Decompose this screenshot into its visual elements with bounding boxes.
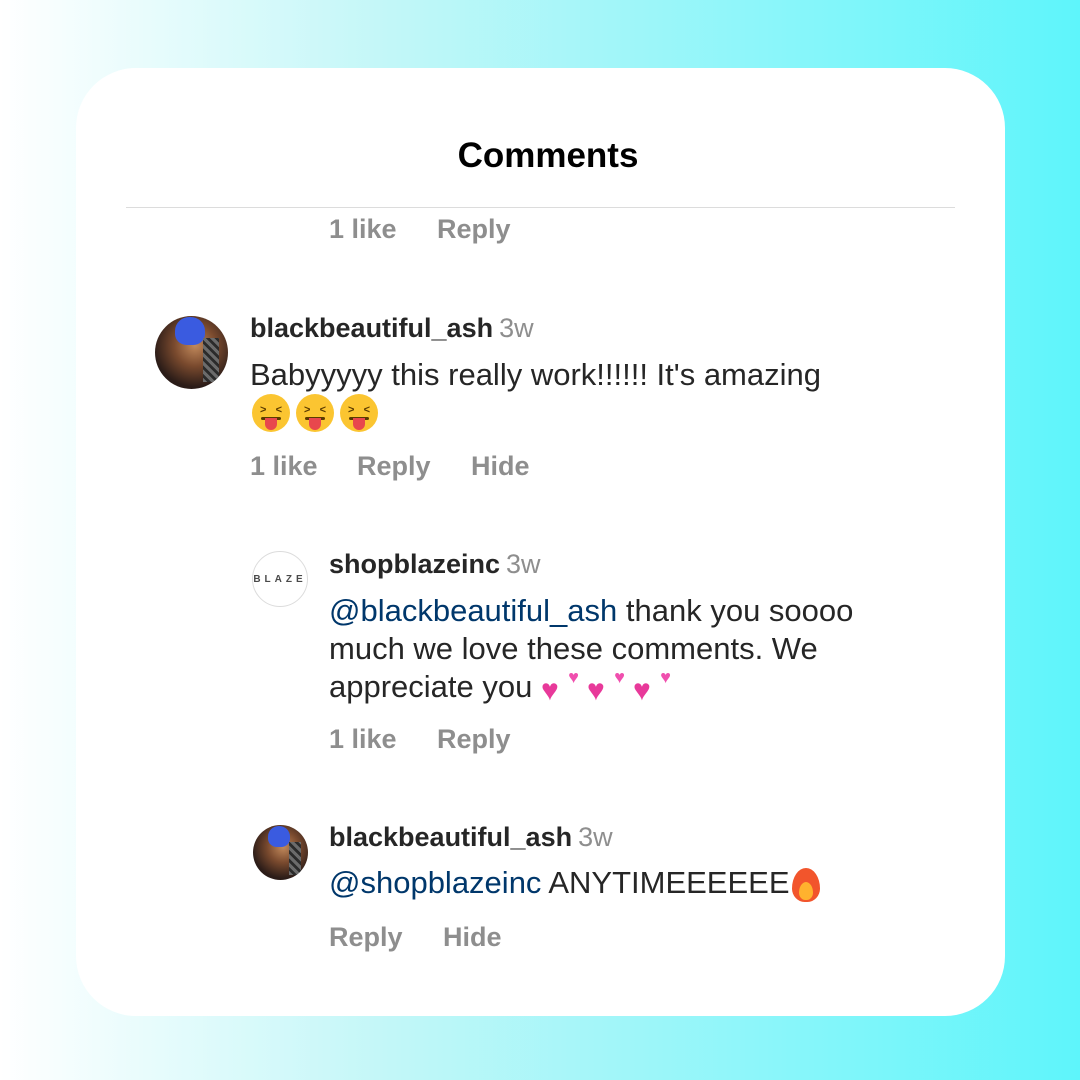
header-divider: [126, 207, 955, 208]
avatar[interactable]: [253, 825, 308, 880]
avatar[interactable]: [155, 316, 228, 389]
hide-button[interactable]: Hide: [471, 451, 530, 482]
two-hearts-icon: ♥ ♥: [586, 667, 625, 707]
comment-header: blackbeautiful_ash 3w: [250, 313, 534, 344]
comment-text: @shopblazeinc ANYTIMEEEEEE: [329, 864, 969, 902]
squinting-face-with-tongue-icon: > <: [296, 394, 334, 432]
squinting-face-with-tongue-icon: > <: [340, 394, 378, 432]
username[interactable]: blackbeautiful_ash: [250, 313, 493, 343]
brand-logo: BLAZE: [253, 573, 307, 585]
like-count[interactable]: 1 like: [329, 724, 397, 755]
comment-text: Babyyyyy this really work!!!!!! It's ama…: [250, 356, 930, 394]
timestamp: 3w: [578, 822, 613, 852]
comment-header: shopblazeinc 3w: [329, 549, 541, 580]
fire-icon: [790, 864, 822, 902]
like-count[interactable]: 1 like: [250, 451, 318, 482]
mention-link[interactable]: @shopblazeinc: [329, 864, 541, 902]
comment-body: thank you soooo: [617, 593, 854, 628]
reply-button[interactable]: Reply: [357, 451, 431, 482]
comment-body: appreciate you: [329, 669, 541, 704]
timestamp: 3w: [506, 549, 541, 579]
avatar[interactable]: BLAZE: [252, 551, 308, 607]
comment-body: Babyyyyy this really work!!!!!! It's ama…: [250, 357, 821, 392]
mention-link[interactable]: @blackbeautiful_ash: [329, 593, 617, 628]
comment-header: blackbeautiful_ash 3w: [329, 822, 613, 853]
comment-body: much we love these comments. We: [329, 631, 818, 666]
timestamp: 3w: [499, 313, 534, 343]
emoji-group: > < > < > <: [252, 394, 378, 432]
username[interactable]: blackbeautiful_ash: [329, 822, 572, 852]
comment-body: ANYTIMEEEEEE: [541, 865, 790, 900]
username[interactable]: shopblazeinc: [329, 549, 500, 579]
comment-text: @blackbeautiful_ash thank you soooo much…: [329, 592, 969, 706]
reply-button[interactable]: Reply: [437, 214, 511, 245]
hide-button[interactable]: Hide: [443, 922, 502, 953]
page-title: Comments: [457, 136, 639, 175]
two-hearts-icon: ♥ ♥: [540, 667, 579, 707]
two-hearts-icon: ♥ ♥: [632, 667, 671, 707]
reply-button[interactable]: Reply: [437, 724, 511, 755]
reply-button[interactable]: Reply: [329, 922, 403, 953]
squinting-face-with-tongue-icon: > <: [252, 394, 290, 432]
like-count[interactable]: 1 like: [329, 214, 397, 245]
